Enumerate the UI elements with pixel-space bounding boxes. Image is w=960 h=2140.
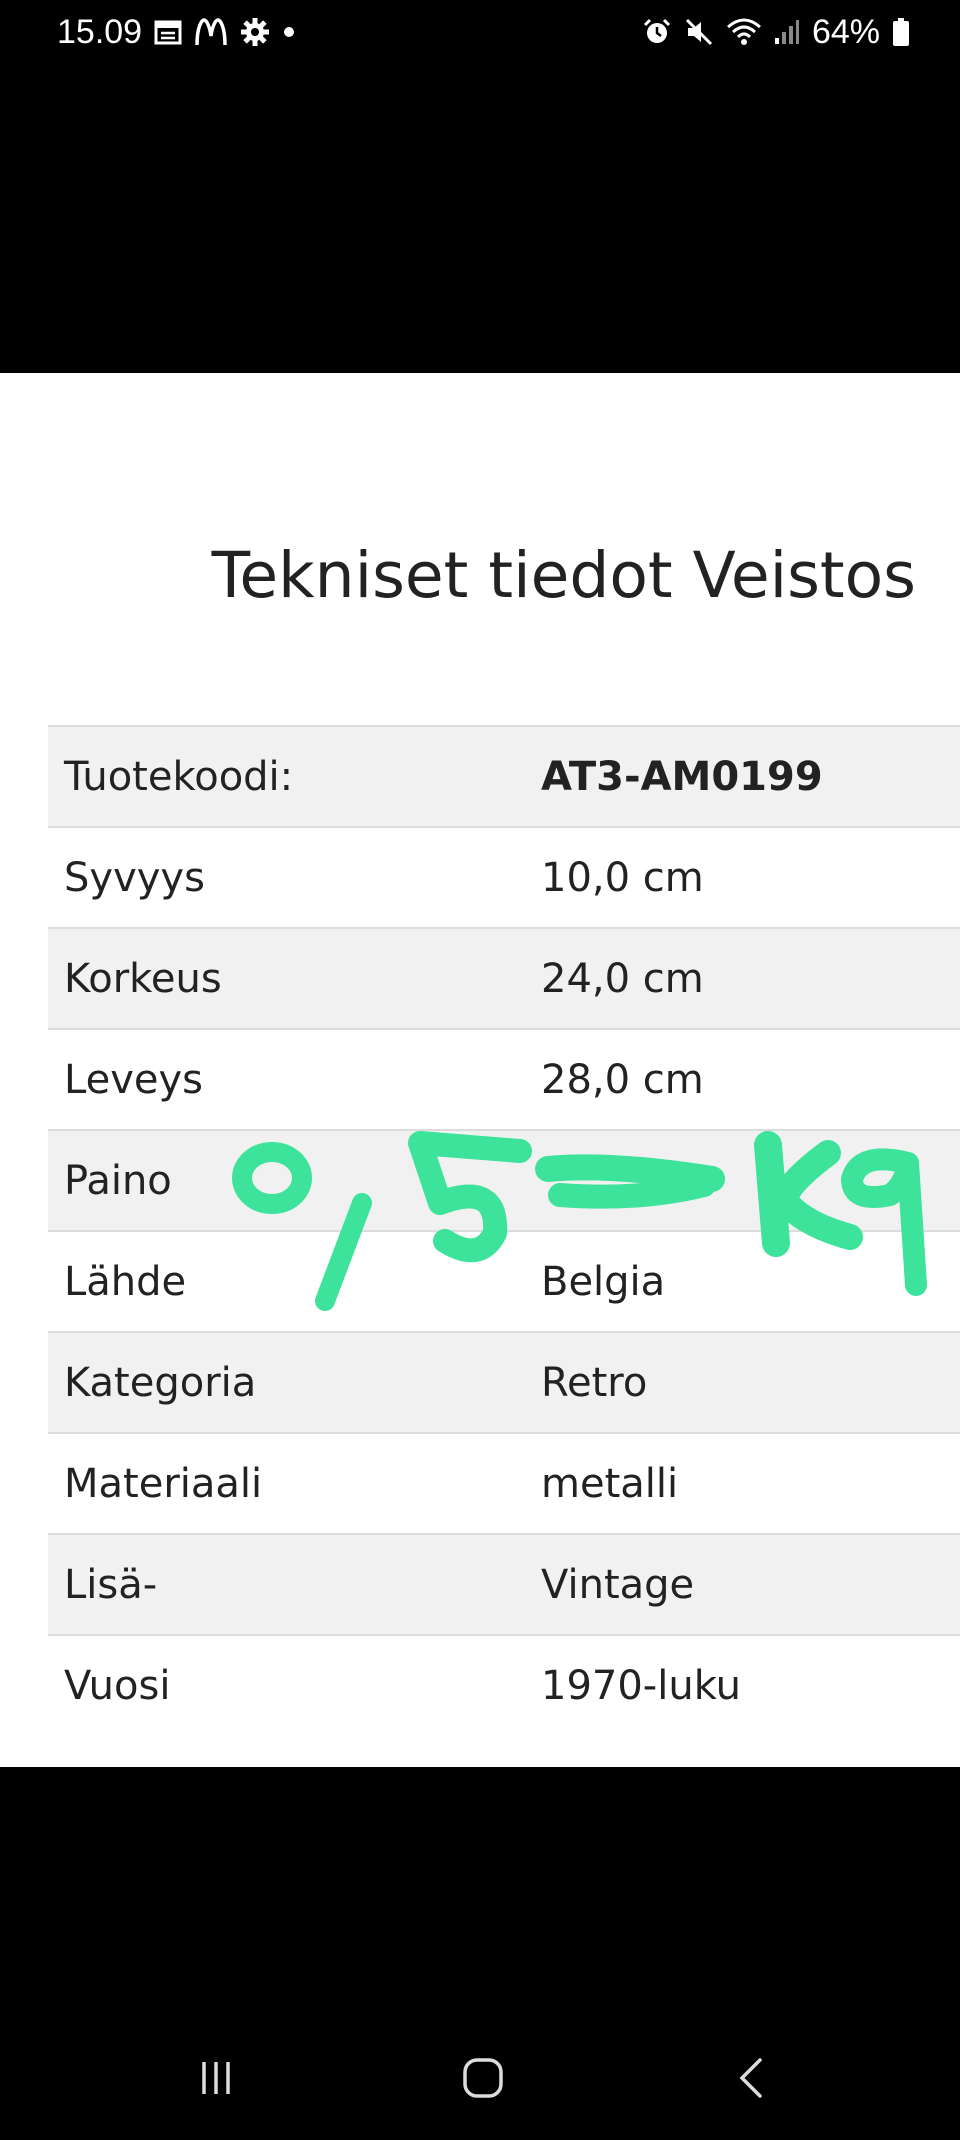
battery-percent: 64% — [811, 12, 880, 51]
home-button[interactable] — [443, 2050, 523, 2110]
spec-value: 24,0 cm — [541, 927, 960, 1029]
table-row: Lähde Belgia — [48, 1230, 960, 1332]
table-row: Syvyys 10,0 cm — [48, 826, 960, 928]
calendar-icon — [154, 18, 182, 46]
spec-table: Tuotekoodi: AT3-AM0199 Syvyys 10,0 cm Ko… — [48, 725, 960, 1735]
status-right: 64% — [642, 10, 910, 54]
content-panel: Tekniset tiedot Veistos Tuotekoodi: AT3-… — [0, 373, 960, 1767]
status-left: 15.09 — [57, 10, 296, 54]
spec-label: Materiaali — [48, 1432, 541, 1534]
back-icon — [734, 2056, 770, 2105]
spec-value: AT3-AM0199 — [541, 725, 960, 827]
battery-icon — [892, 17, 910, 47]
spec-label: Korkeus — [48, 927, 541, 1029]
status-bar: 15.09 64% — [0, 0, 960, 64]
table-row: Tuotekoodi: AT3-AM0199 — [48, 725, 960, 827]
spec-value: Retro — [541, 1331, 960, 1433]
table-row: Materiaali metalli — [48, 1432, 960, 1534]
table-row: Korkeus 24,0 cm — [48, 927, 960, 1029]
alarm-icon — [642, 17, 672, 47]
table-row: Kategoria Retro — [48, 1331, 960, 1433]
spec-value: Vintage — [541, 1533, 960, 1635]
spec-value — [541, 1129, 960, 1231]
table-row: Paino — [48, 1129, 960, 1231]
table-row: Vuosi 1970-luku — [48, 1634, 960, 1735]
home-icon — [461, 2056, 505, 2105]
spec-label: Syvyys — [48, 826, 541, 928]
recent-apps-button[interactable] — [176, 2050, 256, 2110]
navigation-bar — [0, 2020, 960, 2140]
table-row: Leveys 28,0 cm — [48, 1028, 960, 1130]
table-row: Lisä- Vintage — [48, 1533, 960, 1635]
signal-icon — [774, 18, 800, 46]
spec-value: 10,0 cm — [541, 826, 960, 928]
back-button[interactable] — [712, 2050, 792, 2110]
notification-dot-icon — [282, 25, 296, 39]
spec-label: Tuotekoodi: — [48, 725, 541, 827]
status-time: 15.09 — [57, 12, 143, 51]
recent-apps-icon — [196, 2058, 236, 2103]
spec-value: metalli — [541, 1432, 960, 1534]
spec-label: Paino — [48, 1129, 541, 1231]
spec-value: 1970-luku — [541, 1634, 960, 1735]
wifi-icon — [726, 17, 762, 47]
mute-icon — [684, 17, 714, 47]
spec-label: Leveys — [48, 1028, 541, 1130]
spec-value: 28,0 cm — [541, 1028, 960, 1130]
spec-label: Kategoria — [48, 1331, 541, 1433]
spec-label: Vuosi — [48, 1634, 541, 1735]
mcdonalds-icon — [194, 18, 228, 46]
settings-icon — [240, 17, 270, 47]
spec-label: Lähde — [48, 1230, 541, 1332]
spec-label: Lisä- — [48, 1533, 541, 1635]
page-title: Tekniset tiedot Veistos — [211, 539, 916, 612]
spec-value: Belgia — [541, 1230, 960, 1332]
